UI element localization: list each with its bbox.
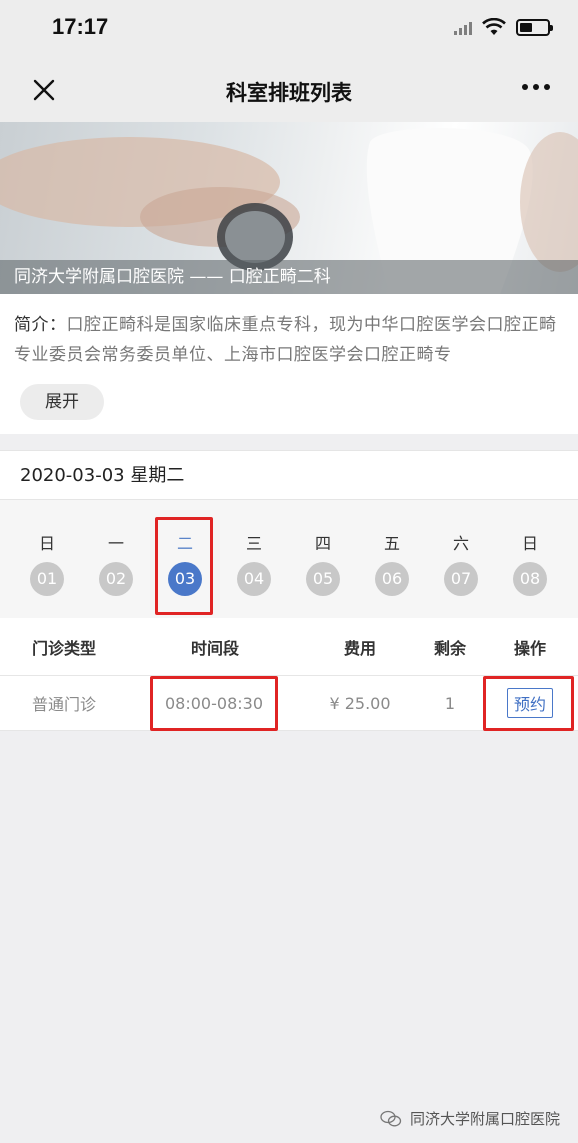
- day-number: 02: [99, 562, 133, 596]
- book-button-highlight: [483, 676, 574, 731]
- header-remaining: 剩余: [433, 638, 466, 658]
- day-weekday: 日: [38, 534, 55, 553]
- row-fee: ¥ 25.00: [329, 693, 391, 713]
- intro-text: 简介：口腔正畸科是国家临床重点专科，现为中华口腔医学会口腔正畸专业委员会常务委员…: [14, 310, 566, 370]
- page-title: 科室排班列表: [226, 81, 352, 105]
- day-item[interactable]: 日 08: [500, 500, 560, 618]
- wifi-icon: [482, 18, 506, 35]
- day-item[interactable]: 六 07: [431, 500, 491, 618]
- wechat-icon: [380, 1110, 402, 1126]
- watermark-text: 同济大学附属口腔医院: [409, 1110, 560, 1128]
- more-icon[interactable]: [522, 84, 550, 90]
- header-time: 时间段: [190, 638, 239, 658]
- header-action: 操作: [513, 638, 546, 658]
- watermark: 同济大学附属口腔医院: [380, 1108, 560, 1129]
- battery-icon: [516, 18, 553, 36]
- intro-section: 简介：口腔正畸科是国家临床重点专科，现为中华口腔医学会口腔正畸专业委员会常务委员…: [0, 294, 578, 434]
- day-number: 05: [306, 562, 340, 596]
- day-number: 07: [444, 562, 478, 596]
- time-slot-highlight: [150, 676, 278, 731]
- day-picker: 日 01 一 02 二 03 三 04 四 05 五 06 六 07 日 08: [0, 500, 578, 618]
- schedule-table-header: 门诊类型 时间段 费用 剩余 操作: [0, 618, 578, 676]
- day-weekday: 六: [452, 534, 469, 553]
- expand-button[interactable]: 展开: [20, 384, 104, 420]
- day-item[interactable]: 四 05: [293, 500, 353, 618]
- intro-body: 口腔正畸科是国家临床重点专科，现为中华口腔医学会口腔正畸专业委员会常务委员单位、…: [14, 315, 557, 365]
- day-number: 06: [375, 562, 409, 596]
- row-remaining: 1: [444, 693, 456, 713]
- day-item[interactable]: 一 02: [86, 500, 146, 618]
- day-number: 08: [513, 562, 547, 596]
- signal-icon: [454, 19, 472, 35]
- department-banner: 同济大学附属口腔医院 —— 口腔正畸二科: [0, 122, 578, 294]
- selected-date: 2020-03-03 星期二: [0, 450, 578, 500]
- header-type: 门诊类型: [31, 638, 96, 658]
- day-item[interactable]: 五 06: [362, 500, 422, 618]
- status-bar: 17:17: [0, 0, 578, 58]
- day-number: 04: [237, 562, 271, 596]
- day-item[interactable]: 三 04: [224, 500, 284, 618]
- day-weekday: 日: [521, 534, 538, 553]
- day-number: 01: [30, 562, 64, 596]
- status-time: 17:17: [52, 14, 109, 39]
- day-weekday: 三: [245, 534, 262, 553]
- intro-label: 简介：: [14, 315, 67, 335]
- day-weekday: 五: [383, 534, 400, 553]
- nav-bar: 科室排班列表: [0, 58, 578, 122]
- status-icons: [454, 18, 553, 36]
- header-fee: 费用: [343, 638, 376, 658]
- banner-caption: 同济大学附属口腔医院 —— 口腔正畸二科: [0, 260, 578, 294]
- day-weekday: 四: [314, 534, 331, 553]
- day-weekday: 一: [107, 534, 124, 553]
- day-item[interactable]: 日 01: [17, 500, 77, 618]
- row-type: 普通门诊: [31, 695, 96, 714]
- selected-day-highlight: [155, 517, 213, 615]
